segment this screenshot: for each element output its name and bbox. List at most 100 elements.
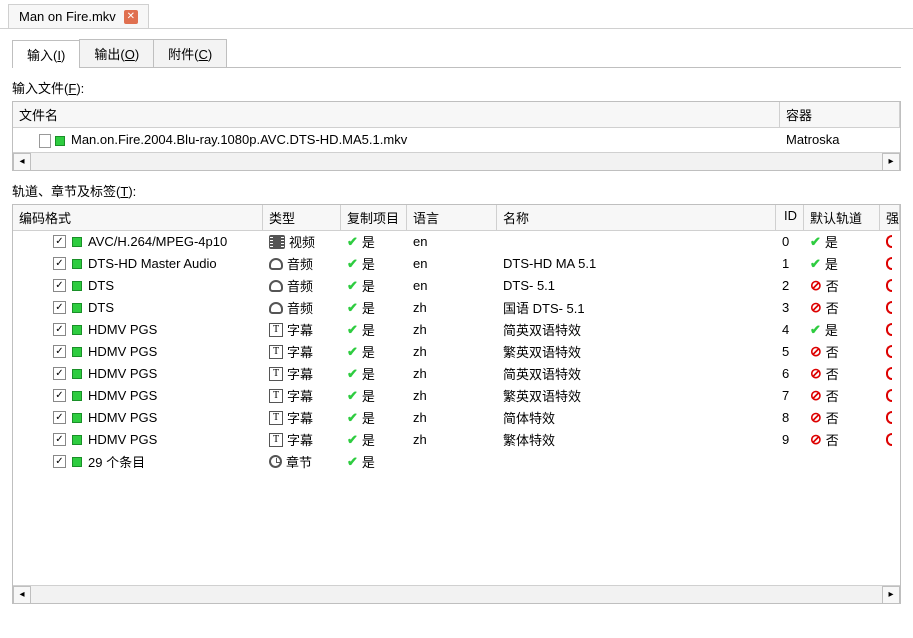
col-default[interactable]: 默认轨道 — [804, 205, 880, 230]
track-forced — [880, 433, 900, 446]
track-codec: HDMV PGS — [88, 432, 157, 447]
track-name: 简英双语特效 — [497, 364, 776, 383]
forbidden-icon — [886, 411, 892, 424]
track-lang: zh — [407, 432, 497, 447]
track-name: 繁英双语特效 — [497, 386, 776, 405]
status-square-icon — [72, 457, 82, 467]
input-files-list: 文件名 容器 Man.on.Fire.2004.Blu-ray.1080p.AV… — [12, 101, 901, 171]
col-lang[interactable]: 语言 — [407, 205, 497, 230]
track-row[interactable]: ✓HDMV PGST字幕✔是zh简英双语特效4✔是 — [13, 319, 900, 341]
track-codec: DTS-HD Master Audio — [88, 256, 217, 271]
track-checkbox[interactable]: ✓ — [53, 323, 66, 336]
track-row[interactable]: ✓AVC/H.264/MPEG-4p10视频✔是en0✔是 — [13, 231, 900, 253]
track-row[interactable]: ✓DTS音频✔是enDTS- 5.12⊘否 — [13, 275, 900, 297]
forbidden-icon — [886, 367, 892, 380]
input-files-label: 输入文件(F): — [12, 78, 901, 97]
track-row[interactable]: ✓HDMV PGST字幕✔是zh简体特效8⊘否 — [13, 407, 900, 429]
input-files-header: 文件名 容器 — [13, 102, 900, 128]
track-copy: ✔是 — [341, 276, 407, 295]
track-lang: zh — [407, 344, 497, 359]
track-row[interactable]: ✓DTS-HD Master Audio音频✔是enDTS-HD MA 5.11… — [13, 253, 900, 275]
track-id: 5 — [776, 344, 804, 359]
track-checkbox[interactable]: ✓ — [53, 411, 66, 424]
tracks-hscrollbar[interactable]: ◂ ▸ — [13, 585, 900, 603]
track-row[interactable]: ✓HDMV PGST字幕✔是zh繁英双语特效5⊘否 — [13, 341, 900, 363]
track-row[interactable]: ✓DTS音频✔是zh国语 DTS- 5.13⊘否 — [13, 297, 900, 319]
col-extra[interactable]: 强 — [880, 205, 900, 230]
track-row[interactable]: ✓HDMV PGST字幕✔是zh繁体特效9⊘否 — [13, 429, 900, 451]
track-checkbox[interactable]: ✓ — [53, 433, 66, 446]
track-type: 字幕 — [287, 430, 313, 449]
track-checkbox[interactable]: ✓ — [53, 279, 66, 292]
status-square-icon — [72, 413, 82, 423]
scroll-left-icon[interactable]: ◂ — [13, 586, 31, 604]
track-row[interactable]: ✓HDMV PGST字幕✔是zh简英双语特效6⊘否 — [13, 363, 900, 385]
check-icon: ✔ — [347, 454, 358, 470]
track-checkbox[interactable]: ✓ — [53, 235, 66, 248]
track-row[interactable]: ✓HDMV PGST字幕✔是zh繁英双语特效7⊘否 — [13, 385, 900, 407]
track-codec: AVC/H.264/MPEG-4p10 — [88, 234, 227, 249]
headphones-icon — [269, 302, 283, 314]
track-copy: ✔是 — [341, 408, 407, 427]
sub-tab-bar: 输入(I) 输出(O) 附件(C) — [12, 39, 901, 68]
col-filename[interactable]: 文件名 — [13, 102, 780, 127]
tab-attachments[interactable]: 附件(C) — [153, 39, 227, 67]
file-row[interactable]: Man.on.Fire.2004.Blu-ray.1080p.AVC.DTS-H… — [13, 128, 900, 152]
track-checkbox[interactable]: ✓ — [53, 389, 66, 402]
track-id: 4 — [776, 322, 804, 337]
col-copy[interactable]: 复制项目 — [341, 205, 407, 230]
track-id: 7 — [776, 388, 804, 403]
track-checkbox[interactable]: ✓ — [53, 455, 66, 468]
status-square-icon — [72, 325, 82, 335]
track-type: 视频 — [289, 232, 315, 251]
track-name: 繁英双语特效 — [497, 342, 776, 361]
col-id[interactable]: ID — [776, 205, 804, 230]
track-row[interactable]: ✓29 个条目章节✔是 — [13, 451, 900, 473]
track-checkbox[interactable]: ✓ — [53, 257, 66, 270]
forbidden-icon: ⊘ — [810, 343, 822, 360]
scroll-right-icon[interactable]: ▸ — [882, 153, 900, 171]
file-tab-title: Man on Fire.mkv — [19, 9, 116, 24]
track-checkbox[interactable]: ✓ — [53, 367, 66, 380]
track-name: DTS-HD MA 5.1 — [497, 256, 776, 271]
track-forced — [880, 323, 900, 336]
text-icon: T — [269, 389, 283, 403]
forbidden-icon — [886, 323, 892, 336]
track-copy: ✔是 — [341, 342, 407, 361]
track-id: 1 — [776, 256, 804, 271]
headphones-icon — [269, 258, 283, 270]
track-copy: ✔是 — [341, 320, 407, 339]
scroll-right-icon[interactable]: ▸ — [882, 586, 900, 604]
forbidden-icon — [886, 279, 892, 292]
track-type: 字幕 — [287, 320, 313, 339]
tab-input[interactable]: 输入(I) — [12, 40, 80, 68]
track-copy: ✔是 — [341, 254, 407, 273]
col-type[interactable]: 类型 — [263, 205, 341, 230]
forbidden-icon: ⊘ — [810, 409, 822, 426]
status-square-icon — [72, 347, 82, 357]
track-lang: en — [407, 278, 497, 293]
track-default: ⊘否 — [804, 298, 880, 317]
close-icon[interactable]: ✕ — [124, 10, 138, 24]
file-name: Man.on.Fire.2004.Blu-ray.1080p.AVC.DTS-H… — [71, 132, 407, 147]
track-codec: HDMV PGS — [88, 344, 157, 359]
files-hscrollbar[interactable]: ◂ ▸ — [13, 152, 900, 170]
track-name: 简体特效 — [497, 408, 776, 427]
track-lang: zh — [407, 300, 497, 315]
track-lang: zh — [407, 388, 497, 403]
check-icon: ✔ — [810, 256, 821, 272]
tab-output[interactable]: 输出(O) — [79, 39, 154, 67]
col-name[interactable]: 名称 — [497, 205, 776, 230]
track-checkbox[interactable]: ✓ — [53, 301, 66, 314]
file-tab[interactable]: Man on Fire.mkv ✕ — [8, 4, 149, 28]
track-forced — [880, 257, 900, 270]
track-default: ⊘否 — [804, 408, 880, 427]
scroll-left-icon[interactable]: ◂ — [13, 153, 31, 171]
col-container[interactable]: 容器 — [780, 102, 900, 127]
col-codec[interactable]: 编码格式 — [13, 205, 263, 230]
track-checkbox[interactable]: ✓ — [53, 345, 66, 358]
track-name: 国语 DTS- 5.1 — [497, 298, 776, 317]
text-icon: T — [269, 411, 283, 425]
file-tab-bar: Man on Fire.mkv ✕ — [0, 0, 913, 29]
check-icon: ✔ — [810, 322, 821, 338]
